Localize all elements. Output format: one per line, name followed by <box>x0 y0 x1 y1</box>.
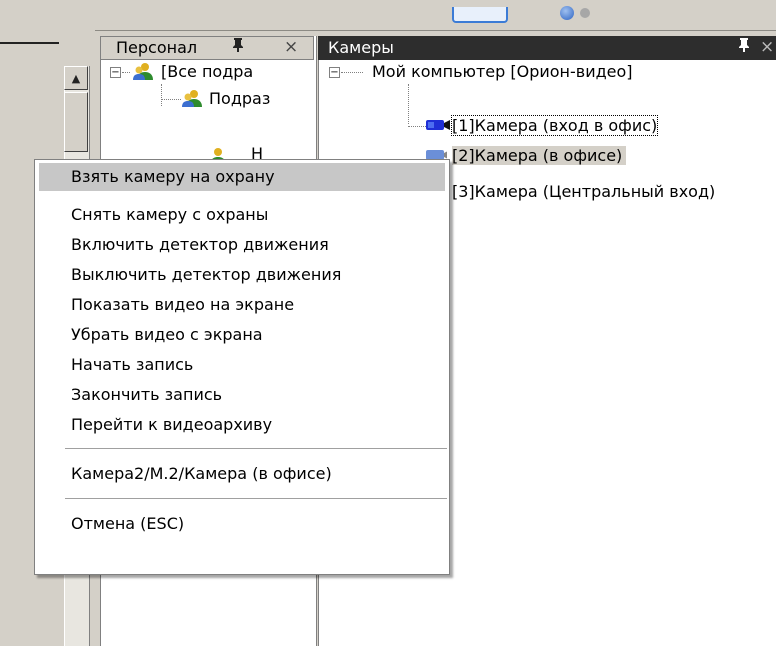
tree-node-department[interactable]: Подраз <box>209 89 270 108</box>
tree-line <box>161 84 162 106</box>
people-group-icon <box>181 88 203 112</box>
tree-line <box>341 72 363 73</box>
camera-node-1[interactable]: [1]Камера (вход в офис) <box>450 115 659 136</box>
cameras-panel-title[interactable]: Камеры <box>328 38 394 57</box>
people-group-icon <box>132 61 154 85</box>
tree-line <box>122 72 130 73</box>
menu-item-disarm-camera[interactable]: Снять камеру с охраны <box>39 201 445 229</box>
camera-node-2[interactable]: [2]Камера (в офисе) <box>452 146 627 165</box>
tree-line <box>408 84 409 124</box>
menu-item-cancel[interactable]: Отмена (ESC) <box>39 510 445 538</box>
pin-icon[interactable] <box>737 37 751 57</box>
tree-node-my-computer[interactable]: Мой компьютер [Орион-видео] <box>372 62 633 81</box>
menu-item-enable-motion-detector[interactable]: Включить детектор движения <box>39 231 445 259</box>
menu-item-start-recording[interactable]: Начать запись <box>39 351 445 379</box>
close-icon[interactable]: × <box>284 37 298 57</box>
menu-item-show-video[interactable]: Показать видео на экране <box>39 291 445 319</box>
menu-separator <box>65 448 447 450</box>
context-menu: Взять камеру на охрану Снять камеру с ох… <box>34 159 450 575</box>
menu-item-hide-video[interactable]: Убрать видео с экрана <box>39 321 445 349</box>
pin-icon[interactable] <box>231 37 245 57</box>
camera-node-3[interactable]: [3]Камера (Центральный вход) <box>452 182 715 201</box>
arrow-up-icon: ▲ <box>71 71 81 85</box>
tree-node-all-departments[interactable]: [Все подра <box>161 62 253 81</box>
people-group-icon: Н <box>205 146 309 160</box>
personnel-panel-title[interactable]: Персонал <box>116 38 197 57</box>
tree-line <box>161 99 181 100</box>
minus-box-icon[interactable]: − <box>110 67 121 78</box>
toolbar <box>0 0 776 31</box>
scroll-up-button[interactable]: ▲ <box>64 66 88 90</box>
minus-box-icon[interactable]: − <box>329 67 340 78</box>
video-camera-icon <box>425 117 451 137</box>
menu-item-disable-motion-detector[interactable]: Выключить детектор движения <box>39 261 445 289</box>
close-icon[interactable]: × <box>760 37 774 57</box>
menu-item-camera-path[interactable]: Камера2/М.2/Камера (в офисе) <box>39 460 445 488</box>
menu-item-arm-camera[interactable]: Взять камеру на охрану <box>39 163 445 191</box>
toolbar-window-button[interactable] <box>452 7 508 23</box>
menu-item-stop-recording[interactable]: Закончить запись <box>39 381 445 409</box>
tree-node-partial[interactable]: Н <box>251 146 263 160</box>
menu-separator <box>65 498 447 500</box>
toolbar-globe-icon[interactable] <box>560 6 574 20</box>
menu-item-go-to-archive[interactable]: Перейти к видеоархиву <box>39 411 445 439</box>
toolbar-small-icon[interactable] <box>580 8 590 18</box>
scrollbar-thumb[interactable] <box>64 92 88 152</box>
